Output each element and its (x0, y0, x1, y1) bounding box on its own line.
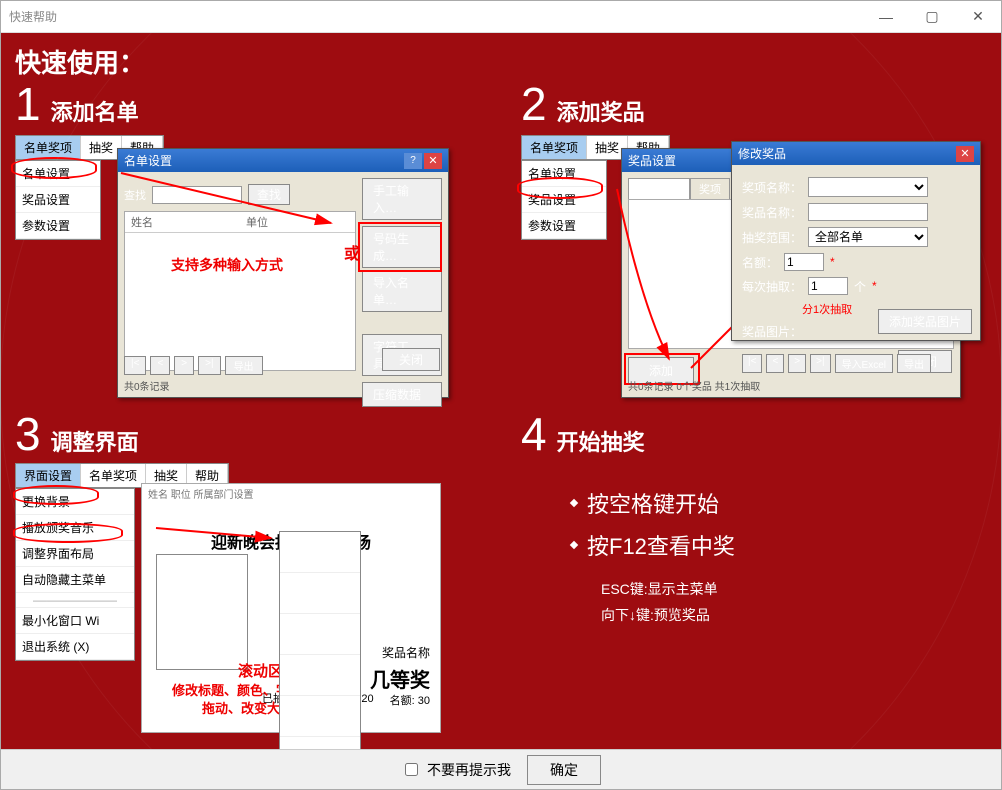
menu-entry[interactable]: 奖品设置 (522, 187, 606, 213)
step-1: 1 添加名单 (15, 81, 139, 127)
label-name: 奖品名称： (742, 204, 802, 221)
ctx-item[interactable]: 修改字体 (280, 573, 360, 614)
label-category: 奖项名称： (742, 179, 802, 196)
menu-dropdown-1: 名单设置 奖品设置 参数设置 (15, 160, 101, 240)
menu-entry[interactable]: 调整界面布局 (16, 541, 134, 567)
key-esc: ESC键:显示主菜单 (601, 579, 735, 599)
close-button[interactable]: ✕ (955, 1, 1001, 33)
dialog-title-text: 修改奖品 (738, 145, 786, 162)
titlebar: 快速帮助 — ▢ ✕ (1, 1, 1001, 33)
menu-dropdown-2: 名单设置 奖品设置 参数设置 (521, 160, 607, 240)
dont-show-label: 不要再提示我 (427, 760, 511, 780)
manual-input-button[interactable]: 手工输入… (362, 178, 442, 220)
step-4-number: 4 (521, 411, 547, 457)
close-icon[interactable]: ✕ (956, 146, 974, 162)
arrow-icon (111, 163, 351, 263)
dlg1-status: 共0条记录 (124, 378, 170, 393)
menu-entry[interactable]: 播放颁奖音乐 (16, 515, 134, 541)
per-draw-input[interactable] (808, 277, 848, 295)
key-down: 向下↓键:预览奖品 (601, 605, 735, 625)
prize-label: 奖品名称 (382, 644, 430, 661)
ctx-item[interactable]: 修改底色 (280, 655, 360, 696)
label-count: 名额： (742, 254, 778, 271)
label-photo: 奖品图片： (742, 323, 802, 340)
step-4-title: 开始抽奖 (557, 425, 645, 457)
export-button[interactable]: 导出 (897, 354, 931, 373)
close-icon[interactable]: ✕ (424, 153, 442, 169)
footer: 不要再提示我 确定 (1, 749, 1001, 789)
compress-button[interactable]: 压缩数据 (362, 382, 442, 407)
step-4-bullets: 按空格键开始 按F12查看中奖 (521, 487, 735, 561)
menu-item[interactable]: 界面设置 (16, 464, 81, 487)
maximize-button[interactable]: ▢ (909, 1, 955, 33)
menu-entry[interactable]: 最小化窗口 Wi (16, 608, 134, 634)
dont-show-input[interactable] (405, 763, 418, 776)
menu-entry[interactable]: 参数设置 (16, 213, 100, 239)
diamond-icon (570, 541, 578, 549)
dialog-edit-prize: 修改奖品 ✕ 奖项名称： 奖品名称： 抽奖范围：全部名单 名额：* 每次抽取：个… (731, 141, 981, 341)
bullet-space: 按空格键开始 (587, 487, 719, 519)
count-input[interactable] (784, 253, 824, 271)
bullet-f12: 按F12查看中奖 (587, 529, 735, 561)
category-select[interactable] (808, 177, 928, 197)
dialog-title-text: 奖品设置 (628, 152, 676, 169)
photo-placeholder (156, 554, 248, 670)
generate-numbers-button[interactable]: 号码生成… (362, 226, 442, 268)
step-1-title: 添加名单 (51, 95, 139, 127)
step-3-title: 调整界面 (51, 425, 139, 457)
help-icon[interactable]: ? (404, 153, 422, 169)
step-1-number: 1 (15, 81, 41, 127)
page-title: 快速使用： (15, 43, 1001, 80)
export-button[interactable]: 导出 (225, 356, 263, 375)
menu-item[interactable]: 抽奖 (81, 136, 122, 159)
note-text: 支持多种输入方式 (171, 255, 283, 275)
help-window: 快速帮助 — ▢ ✕ 快速使用： 1添加名单 名单奖项 抽奖 帮助 名单设置 奖… (0, 0, 1002, 790)
add-photo-button[interactable]: 添加奖品图片 (878, 309, 972, 334)
step-2-number: 2 (521, 81, 547, 127)
ctx-item[interactable]: 修改文字 (280, 532, 360, 573)
step-2-title: 添加奖品 (557, 95, 645, 127)
menu-entry[interactable]: 名单设置 (16, 161, 100, 187)
step-2: 2 添加奖品 (521, 81, 645, 127)
dialog-title: 修改奖品 ✕ (732, 142, 980, 165)
menu-entry[interactable]: 奖品设置 (16, 187, 100, 213)
menu-dropdown-3: 更换背景 播放颁奖音乐 调整界面布局 自动隐藏主菜单 ——————— 最小化窗口… (15, 488, 135, 661)
label-per-draw: 每次抽取： (742, 278, 802, 295)
diamond-icon (570, 499, 578, 507)
menu-item[interactable]: 名单奖项 (81, 464, 146, 487)
ok-button[interactable]: 确定 (527, 755, 601, 785)
ctx-item[interactable]: 修改颜色 (280, 614, 360, 655)
menu-item[interactable]: 名单奖项 (522, 136, 587, 159)
menu-entry[interactable]: 退出系统 (X) (16, 634, 134, 660)
menu-item[interactable]: 名单奖项 (16, 136, 81, 159)
prize-name-input[interactable] (808, 203, 928, 221)
menu-entry[interactable]: 参数设置 (522, 213, 606, 239)
window-title: 快速帮助 (9, 8, 57, 25)
tier-count: 名额: 30 (390, 692, 430, 708)
context-menu: 修改文字 修改字体 修改颜色 修改底色 底色透明 自动大小 隐藏 (279, 531, 361, 749)
minimize-button[interactable]: — (863, 1, 909, 33)
ctx-item[interactable]: 底色透明 (280, 696, 360, 737)
step-3: 3 调整界面 (15, 411, 139, 457)
content-area: 快速使用： 1添加名单 名单奖项 抽奖 帮助 名单设置 奖品设置 参数设置 名单… (1, 33, 1001, 749)
step-4: 4 开始抽奖 按空格键开始 按F12查看中奖 ESC键:显示主菜单 向下↓键:预览… (521, 411, 735, 631)
arrow-icon (151, 493, 291, 553)
scroll-area-label: 滚动区 (238, 660, 283, 681)
step-4-keys: ESC键:显示主菜单 向下↓键:预览奖品 (601, 579, 735, 625)
import-list-button[interactable]: 导入名单… (362, 270, 442, 312)
label-scope: 抽奖范围： (742, 229, 802, 246)
dlg1-close-button[interactable]: 关闭 (382, 348, 440, 371)
dont-show-checkbox[interactable]: 不要再提示我 (401, 760, 511, 780)
menu-entry[interactable]: 更换背景 (16, 489, 134, 515)
import-excel-button[interactable]: 导入Excel (835, 354, 893, 373)
prize-tier: 几等奖 (370, 664, 430, 693)
step-3-number: 3 (15, 411, 41, 457)
menu-entry[interactable]: 名单设置 (522, 161, 606, 187)
scope-select[interactable]: 全部名单 (808, 227, 928, 247)
ctx-item[interactable]: 自动大小 (280, 737, 360, 749)
menu-entry[interactable]: 自动隐藏主菜单 (16, 567, 134, 593)
